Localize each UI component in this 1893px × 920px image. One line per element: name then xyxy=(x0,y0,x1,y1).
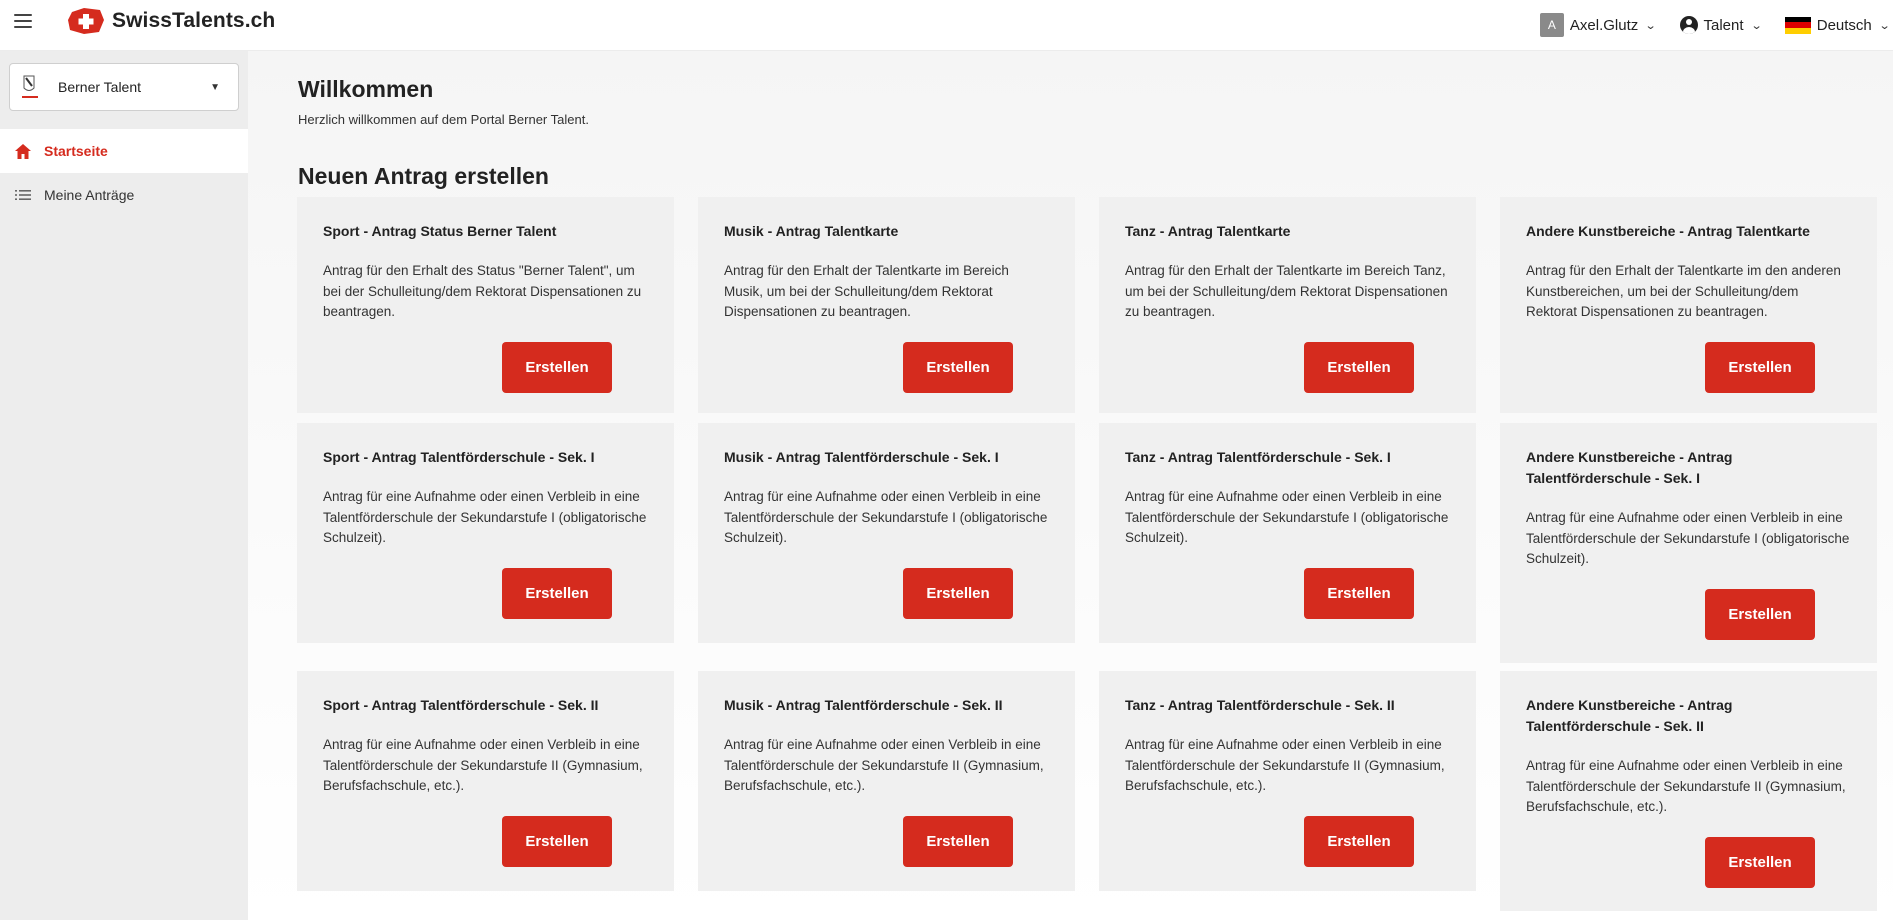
brand-name: SwissTalents.ch xyxy=(112,9,276,32)
bern-crest-icon xyxy=(22,74,38,100)
card-title: Andere Kunstbereiche - Antrag Talentkart… xyxy=(1526,223,1810,239)
person-icon xyxy=(1679,16,1698,34)
card-title: Musik - Antrag Talentkarte xyxy=(724,223,899,239)
page-title: Willkommen xyxy=(298,76,434,102)
create-button[interactable]: Erstellen xyxy=(1705,589,1815,640)
card-description: Antrag für eine Aufnahme oder einen Verb… xyxy=(323,489,647,545)
create-button[interactable]: Erstellen xyxy=(502,816,612,867)
card-title: Andere Kunstbereiche - Antrag Talentförd… xyxy=(1526,697,1733,734)
create-button[interactable]: Erstellen xyxy=(1304,568,1414,619)
create-button[interactable]: Erstellen xyxy=(502,568,612,619)
create-button[interactable]: Erstellen xyxy=(903,568,1013,619)
application-card: Tanz - Antrag Talentförderschule - Sek. … xyxy=(1099,671,1476,891)
create-button[interactable]: Erstellen xyxy=(1304,816,1414,867)
card-title: Sport - Antrag Talentförderschule - Sek.… xyxy=(323,449,595,465)
application-card: Tanz - Antrag Talentförderschule - Sek. … xyxy=(1099,423,1476,643)
user-menu[interactable]: A Axel.Glutz ⌄ xyxy=(1539,13,1657,37)
sidebar-item-label: Startseite xyxy=(44,143,108,159)
card-description: Antrag für eine Aufnahme oder einen Verb… xyxy=(1125,737,1445,793)
create-button[interactable]: Erstellen xyxy=(903,816,1013,867)
card-title: Tanz - Antrag Talentförderschule - Sek. … xyxy=(1125,697,1395,713)
caret-down-icon: ▼ xyxy=(210,82,220,93)
sidebar-item-startseite[interactable]: Startseite xyxy=(0,129,248,173)
menu-icon[interactable] xyxy=(14,14,32,28)
user-name: Axel.Glutz xyxy=(1569,16,1639,34)
create-button[interactable]: Erstellen xyxy=(1705,837,1815,888)
user-avatar-icon: A xyxy=(1539,13,1564,37)
main-content: Willkommen Herzlich willkommen auf dem P… xyxy=(248,51,1893,920)
application-card: Musik - Antrag Talentförderschule - Sek.… xyxy=(698,671,1075,891)
card-description: Antrag für eine Aufnahme oder einen Verb… xyxy=(1125,489,1449,545)
card-title: Musik - Antrag Talentförderschule - Sek.… xyxy=(724,697,1003,713)
application-card: Sport - Antrag Status Berner Talent Antr… xyxy=(297,197,674,413)
language-label: Deutsch xyxy=(1816,16,1872,34)
list-icon xyxy=(15,189,35,201)
sidebar-item-label: Meine Anträge xyxy=(44,187,135,203)
create-button[interactable]: Erstellen xyxy=(502,342,612,393)
role-menu[interactable]: Talent ⌄ xyxy=(1679,16,1763,34)
application-card: Andere Kunstbereiche - Antrag Talentkart… xyxy=(1500,197,1877,413)
home-icon xyxy=(15,143,35,159)
card-title: Sport - Antrag Status Berner Talent xyxy=(323,223,557,239)
application-card: Andere Kunstbereiche - Antrag Talentförd… xyxy=(1500,423,1877,663)
chevron-down-icon: ⌄ xyxy=(1644,19,1657,32)
top-bar: SwissTalents.ch A Axel.Glutz ⌄ Talent ⌄ … xyxy=(0,0,1893,51)
german-flag-icon xyxy=(1784,16,1811,34)
language-menu[interactable]: Deutsch ⌄ xyxy=(1784,16,1891,34)
card-description: Antrag für eine Aufnahme oder einen Verb… xyxy=(724,489,1048,545)
sidebar-item-meine-antraege[interactable]: Meine Anträge xyxy=(0,173,248,217)
application-card: Andere Kunstbereiche - Antrag Talentförd… xyxy=(1500,671,1877,911)
user-area: A Axel.Glutz ⌄ Talent ⌄ Deutsch ⌄ xyxy=(1539,12,1893,38)
card-description: Antrag für den Erhalt der Talentkarte im… xyxy=(1125,263,1448,319)
card-description: Antrag für den Erhalt des Status "Berner… xyxy=(323,263,642,319)
application-card: Sport - Antrag Talentförderschule - Sek.… xyxy=(297,423,674,643)
welcome-text: Herzlich willkommen auf dem Portal Berne… xyxy=(298,112,589,127)
create-button[interactable]: Erstellen xyxy=(1304,342,1414,393)
organization-select[interactable]: Berner Talent ▼ xyxy=(9,63,239,111)
card-description: Antrag für den Erhalt der Talentkarte im… xyxy=(724,263,1009,319)
card-description: Antrag für eine Aufnahme oder einen Verb… xyxy=(1526,510,1850,566)
card-title: Musik - Antrag Talentförderschule - Sek.… xyxy=(724,449,999,465)
role-label: Talent xyxy=(1703,16,1744,34)
swiss-cross-icon xyxy=(68,8,104,34)
card-description: Antrag für eine Aufnahme oder einen Verb… xyxy=(724,737,1044,793)
card-description: Antrag für eine Aufnahme oder einen Verb… xyxy=(323,737,643,793)
organization-label: Berner Talent xyxy=(58,79,142,95)
brand-logo[interactable]: SwissTalents.ch xyxy=(66,6,275,36)
chevron-down-icon: ⌄ xyxy=(1878,19,1891,32)
card-title: Sport - Antrag Talentförderschule - Sek.… xyxy=(323,697,599,713)
card-title: Tanz - Antrag Talentförderschule - Sek. … xyxy=(1125,449,1391,465)
create-button[interactable]: Erstellen xyxy=(903,342,1013,393)
create-button[interactable]: Erstellen xyxy=(1705,342,1815,393)
chevron-down-icon: ⌄ xyxy=(1750,19,1763,32)
card-description: Antrag für eine Aufnahme oder einen Verb… xyxy=(1526,758,1846,814)
card-title: Andere Kunstbereiche - Antrag Talentförd… xyxy=(1526,449,1733,486)
application-card: Sport - Antrag Talentförderschule - Sek.… xyxy=(297,671,674,891)
card-title: Tanz - Antrag Talentkarte xyxy=(1125,223,1291,239)
section-title: Neuen Antrag erstellen xyxy=(298,163,549,189)
card-description: Antrag für den Erhalt der Talentkarte im… xyxy=(1526,263,1841,319)
application-card: Musik - Antrag Talentkarte Antrag für de… xyxy=(698,197,1075,413)
sidebar: Berner Talent ▼ Startseite Meine Anträge xyxy=(0,51,248,920)
application-card: Musik - Antrag Talentförderschule - Sek.… xyxy=(698,423,1075,643)
application-card: Tanz - Antrag Talentkarte Antrag für den… xyxy=(1099,197,1476,413)
